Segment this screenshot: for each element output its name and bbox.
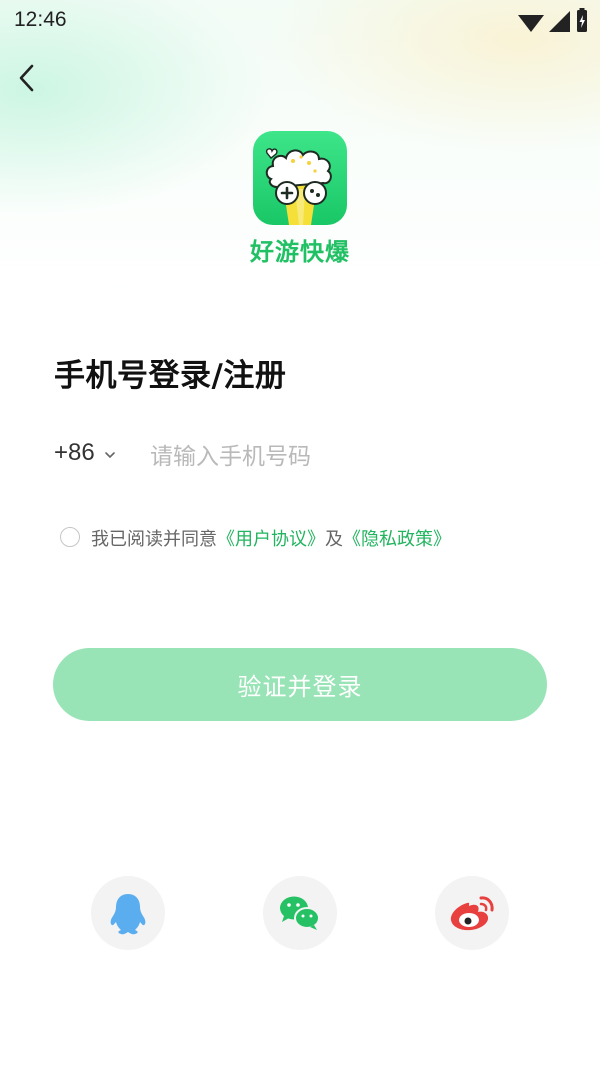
app-name: 好游快爆 <box>250 238 350 266</box>
qq-login-button[interactable] <box>91 876 165 950</box>
weibo-icon <box>450 896 494 931</box>
privacy-policy-link[interactable]: 《隐私政策》 <box>343 529 451 550</box>
qq-penguin-icon <box>110 894 146 935</box>
country-code-selector[interactable]: +86 <box>54 439 95 467</box>
app-logo <box>253 131 347 225</box>
chevron-down-icon[interactable] <box>104 450 116 460</box>
user-agreement-link[interactable]: 《用户协议》 <box>217 529 325 550</box>
back-button[interactable] <box>12 60 52 100</box>
wechat-icon <box>280 896 320 930</box>
agreement-text: 我已阅读并同意《用户协议》及《隐私政策》 <box>91 525 451 551</box>
wechat-login-button[interactable] <box>263 876 337 950</box>
wifi-icon <box>518 15 544 32</box>
phone-input-row: +86 <box>54 434 546 480</box>
status-bar: 12:46 <box>0 0 600 42</box>
battery-icon <box>577 8 587 32</box>
status-time: 12:46 <box>14 8 67 31</box>
phone-number-input[interactable] <box>148 434 532 480</box>
weibo-login-button[interactable] <box>435 876 509 950</box>
chevron-left-icon <box>19 64 34 92</box>
status-icons <box>518 8 587 32</box>
agreement-checkbox[interactable] <box>60 527 80 547</box>
agreement-row: 我已阅读并同意《用户协议》及《隐私政策》 <box>58 524 558 552</box>
popcorn-gamepad-logo-icon <box>253 131 347 225</box>
verify-and-login-button[interactable]: 验证并登录 <box>53 648 547 721</box>
cellular-signal-icon <box>549 11 570 32</box>
agreement-prefix: 我已阅读并同意 <box>91 529 217 550</box>
agreement-connector: 及 <box>325 529 343 550</box>
page-title: 手机号登录/注册 <box>54 358 287 394</box>
